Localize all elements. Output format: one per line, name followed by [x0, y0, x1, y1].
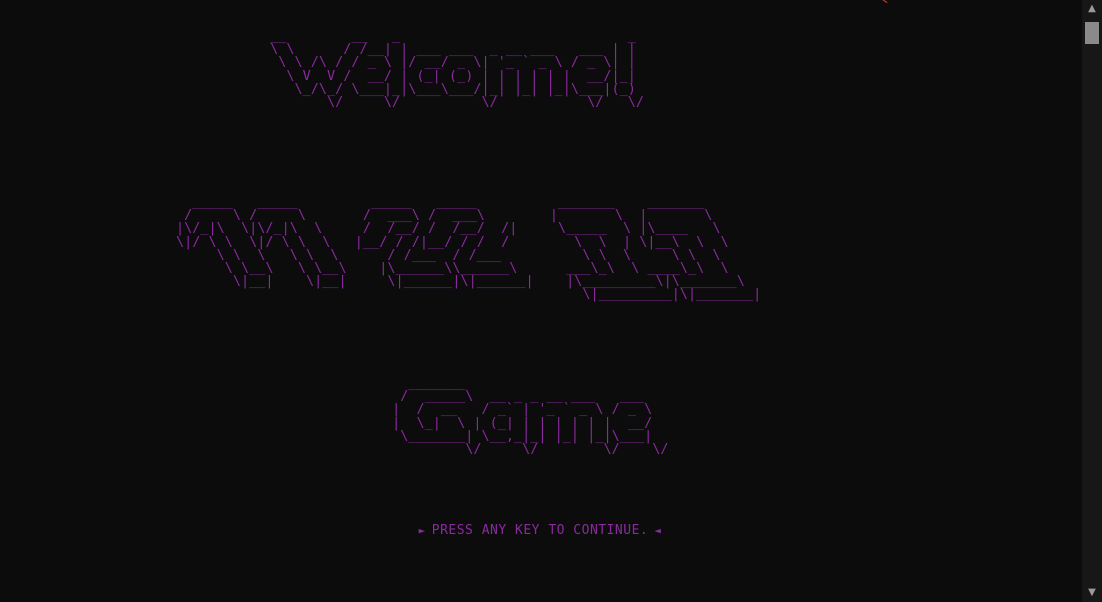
welcome-banner-art: __ __ _ _ \ \ / /__| | ___ ___ _ __ ___ …	[270, 28, 645, 111]
scroll-down-icon[interactable]: ▼	[1082, 584, 1102, 602]
scroll-up-icon[interactable]: ▲	[1082, 0, 1102, 18]
game-title-art: _____ _____ _____ _____ _______ _______ …	[176, 194, 762, 303]
right-pointer-icon: ►	[418, 524, 426, 537]
left-pointer-icon: ◄	[654, 524, 662, 537]
mouse-cursor-icon	[878, 0, 888, 9]
scroll-thumb[interactable]	[1085, 22, 1099, 44]
continue-prompt-text: PRESS ANY KEY TO CONTINUE.	[431, 523, 649, 538]
game-word-art: _______ / _____\ __ _ _ __ ___ ___ | / _…	[392, 375, 669, 458]
vertical-scrollbar[interactable]: ▲ ▼	[1082, 0, 1102, 602]
continue-prompt: ► PRESS ANY KEY TO CONTINUE. ◄	[0, 523, 1080, 538]
console-window[interactable]: __ __ _ _ \ \ / /__| | ___ ___ _ __ ___ …	[0, 0, 1102, 602]
